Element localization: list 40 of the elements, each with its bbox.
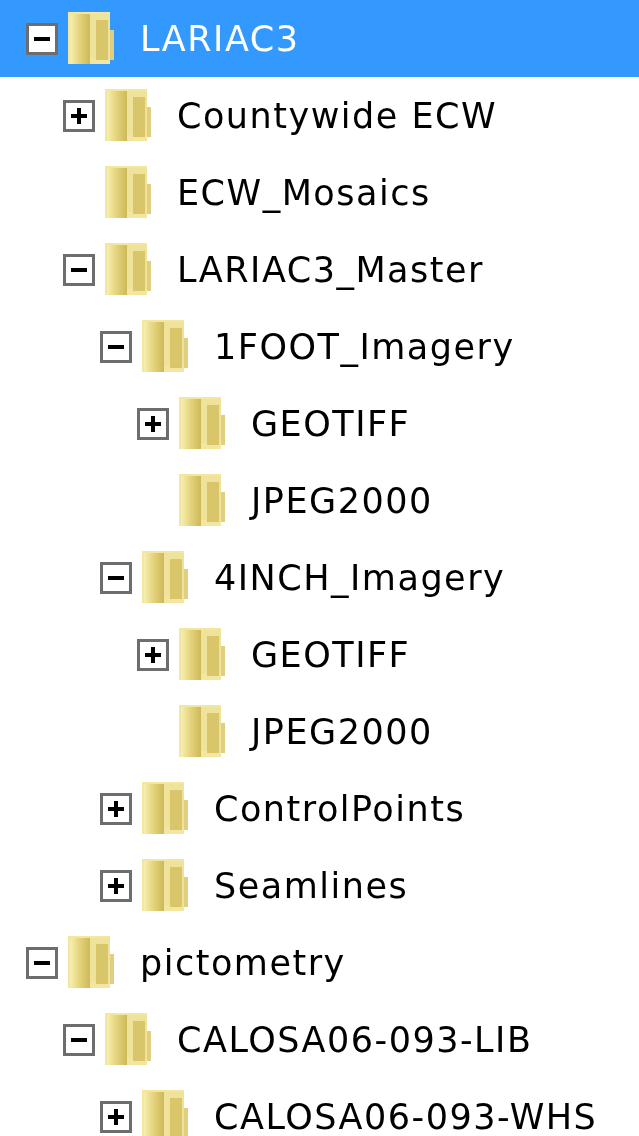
expand-button[interactable] [100,1100,132,1133]
plus-icon [145,646,161,663]
expand-button[interactable] [137,638,169,671]
minus-icon [71,267,87,272]
folder-name[interactable]: 1FOOT_Imagery [214,326,515,367]
folder-name[interactable]: ControlPoints [214,788,466,829]
plus-icon [108,877,124,894]
expand-button[interactable] [63,99,95,132]
folder-name[interactable]: JPEG2000 [251,480,433,521]
folder-name[interactable]: CALOSA06-093-LIB [177,1019,533,1060]
collapse-button[interactable] [26,22,58,55]
minus-icon [34,960,50,965]
plus-icon [108,800,124,817]
minus-icon [71,1037,87,1042]
expand-button[interactable] [137,407,169,440]
collapse-button[interactable] [26,946,58,979]
folder-name[interactable]: Countywide ECW [177,95,498,136]
expand-button[interactable] [100,792,132,825]
expand-button[interactable] [100,869,132,902]
collapse-button[interactable] [100,330,132,363]
collapse-button[interactable] [63,253,95,286]
folder-name[interactable]: CALOSA06-093-WHS [214,1096,598,1136]
collapse-button[interactable] [100,561,132,594]
plus-icon [71,107,87,124]
folder-name: LARIAC3 [140,18,300,59]
folder-name[interactable]: ECW_Mosaics [177,172,431,213]
minus-icon [34,36,50,41]
plus-icon [145,415,161,432]
collapse-button[interactable] [63,1023,95,1056]
folder-name[interactable]: GEOTIFF [251,634,411,675]
folder-name[interactable]: LARIAC3_Master [177,249,484,290]
plus-icon [108,1108,124,1125]
folder-name[interactable]: Seamlines [214,865,409,906]
folder-icon [140,1087,188,1136]
folder-name[interactable]: 4INCH_Imagery [214,557,506,598]
folder-name[interactable]: GEOTIFF [251,403,411,444]
folder-name[interactable]: pictometry [140,942,346,983]
minus-icon [108,344,124,349]
minus-icon [108,575,124,580]
folder-name[interactable]: JPEG2000 [251,711,433,752]
